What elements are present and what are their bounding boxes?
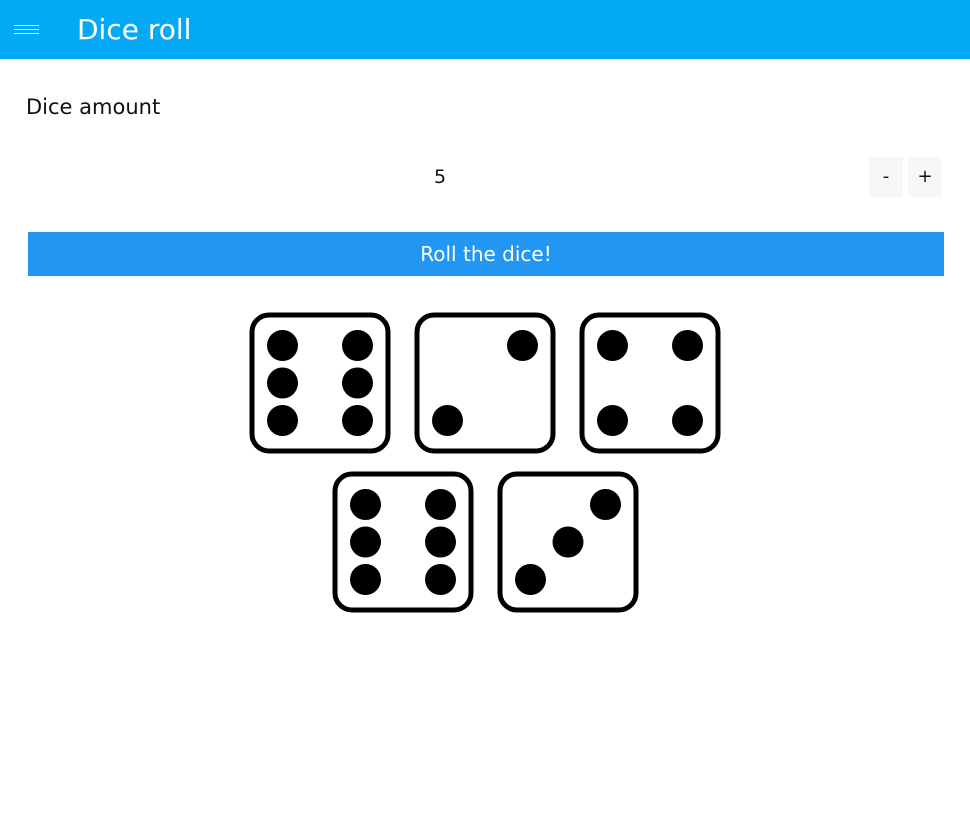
die-pip	[425, 526, 456, 558]
die-pip	[342, 367, 373, 399]
die-pip	[425, 489, 456, 520]
die-pip	[425, 564, 456, 595]
die-pip	[590, 489, 621, 520]
hamburger-icon[interactable]	[0, 0, 54, 59]
die-pip	[350, 526, 381, 558]
die-pip	[515, 564, 546, 595]
dice-amount-label: Dice amount	[26, 95, 161, 119]
die-pip	[342, 405, 373, 436]
die-pip	[672, 405, 703, 436]
roll-dice-button[interactable]: Roll the dice!	[28, 232, 944, 276]
increment-button[interactable]: +	[908, 157, 942, 197]
die-face-6	[332, 471, 474, 613]
die-pip	[432, 405, 463, 436]
title-bar: Dice roll	[0, 0, 970, 59]
die-pip	[350, 564, 381, 595]
die-face-4	[579, 312, 721, 454]
die-pip	[267, 405, 298, 436]
die-pip	[597, 405, 628, 436]
die-pip	[507, 330, 538, 361]
page-title: Dice roll	[77, 13, 192, 46]
die-pip	[267, 367, 298, 399]
die-face-2	[414, 312, 556, 454]
decrement-button[interactable]: -	[869, 157, 903, 197]
dice-amount-value[interactable]: 5	[400, 162, 480, 192]
die-pip	[597, 330, 628, 361]
die-face-6	[249, 312, 391, 454]
die-pip	[342, 330, 373, 361]
app-window: Dice roll Dice amount 5 - + Roll the dic…	[0, 0, 970, 820]
die-pip	[267, 330, 298, 361]
die-pip	[350, 489, 381, 520]
die-face-3	[497, 471, 639, 613]
die-pip	[552, 526, 584, 558]
die-pip	[672, 330, 703, 361]
